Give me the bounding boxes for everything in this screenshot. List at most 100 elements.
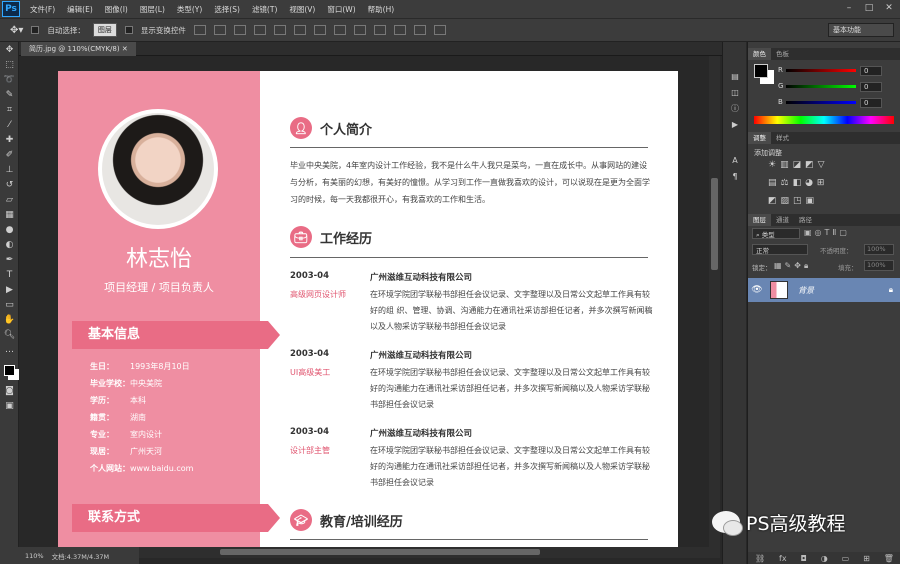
character-panel-icon[interactable]: A	[723, 152, 747, 168]
distribute-right-icon[interactable]	[413, 25, 426, 35]
auto-select-checkbox[interactable]	[31, 26, 40, 34]
menu-view[interactable]: 视图(V)	[283, 4, 321, 15]
actions-panel-icon[interactable]: ▶	[723, 116, 747, 132]
gradient-tool-icon[interactable]: ▦	[0, 207, 19, 222]
healing-brush-tool-icon[interactable]: ✚	[0, 132, 19, 147]
pen-tool-icon[interactable]: ✒	[0, 252, 19, 267]
marquee-tool-icon[interactable]: ⬚	[0, 57, 19, 72]
info-panel-icon[interactable]: ⓘ	[723, 100, 747, 116]
menu-window[interactable]: 窗口(W)	[321, 4, 361, 15]
align-bottom-icon[interactable]	[233, 25, 246, 35]
workspace-dropdown[interactable]: 基本功能	[828, 23, 894, 37]
foreground-color-swatch[interactable]	[754, 64, 768, 78]
distribute-center-icon[interactable]	[393, 25, 406, 35]
layer-filter-dropdown[interactable]: ⌕ 类型	[752, 228, 800, 239]
add-mask-icon[interactable]: ◘	[801, 554, 807, 563]
tab-adjustments[interactable]: 调整	[748, 132, 771, 144]
minimize-icon[interactable]: –	[844, 3, 854, 13]
new-layer-icon[interactable]: ⊞	[863, 554, 870, 563]
close-icon[interactable]: ✕	[884, 3, 894, 13]
menu-filter[interactable]: 滤镜(T)	[246, 4, 283, 15]
tab-swatches[interactable]: 色板	[771, 48, 794, 60]
new-group-icon[interactable]: ▭	[842, 554, 850, 563]
layer-filter-icons[interactable]: ▣◎TⅡ▢	[804, 228, 850, 237]
horizontal-scroll-thumb[interactable]	[220, 549, 540, 555]
red-slider[interactable]	[786, 69, 856, 72]
properties-panel-icon[interactable]: ◫	[723, 84, 747, 100]
zoom-level[interactable]: 110%	[25, 552, 44, 560]
align-top-icon[interactable]	[193, 25, 206, 35]
eraser-tool-icon[interactable]: ▱	[0, 192, 19, 207]
zoom-tool-icon[interactable]: 🔍︎	[0, 327, 19, 342]
distribute-middle-icon[interactable]	[333, 25, 346, 35]
tab-layers[interactable]: 图层	[748, 214, 771, 226]
vertical-scroll-thumb[interactable]	[711, 178, 718, 270]
opacity-input[interactable]: 100%	[864, 244, 894, 255]
auto-align-icon[interactable]	[433, 25, 446, 35]
green-value[interactable]: 0	[860, 82, 882, 92]
dodge-tool-icon[interactable]: ◐	[0, 237, 19, 252]
close-tab-icon[interactable]: ✕	[122, 45, 128, 53]
tab-styles[interactable]: 样式	[771, 132, 794, 144]
visibility-eye-icon[interactable]: 👁︎	[748, 285, 766, 295]
vertical-scrollbar[interactable]	[709, 56, 720, 547]
menu-layer[interactable]: 图层(L)	[134, 4, 171, 15]
tab-paths[interactable]: 路径	[794, 214, 817, 226]
menu-file[interactable]: 文件(F)	[24, 4, 61, 15]
tab-color[interactable]: 颜色	[748, 48, 771, 60]
stamp-tool-icon[interactable]: ⊥	[0, 162, 19, 177]
paragraph-panel-icon[interactable]: ¶	[723, 168, 747, 184]
maximize-icon[interactable]: □	[864, 3, 874, 13]
auto-select-dropdown[interactable]: 图层	[92, 23, 117, 37]
blue-value[interactable]: 0	[860, 98, 882, 108]
delete-layer-icon[interactable]: 🗑︎	[884, 554, 894, 563]
green-slider[interactable]	[786, 85, 856, 88]
crop-tool-icon[interactable]: ⌗	[0, 102, 19, 117]
menu-edit[interactable]: 编辑(E)	[61, 4, 99, 15]
link-layers-icon[interactable]: ⛓	[755, 554, 765, 563]
menu-help[interactable]: 帮助(H)	[362, 4, 401, 15]
layer-name[interactable]: 背景	[798, 285, 814, 296]
layers-footer-icons[interactable]: ⛓ fx ◘ ◑ ▭ ⊞ 🗑︎	[748, 552, 900, 564]
resume-document[interactable]: 林志怡 项目经理 / 项目负责人 基本信息 生日： 1993年8月10日 毕业学校…	[58, 71, 678, 547]
new-adjustment-icon[interactable]: ◑	[821, 554, 828, 563]
adjustment-icons-row-1[interactable]: ☀▥◪◩▽	[768, 160, 829, 170]
path-select-tool-icon[interactable]: ▶	[0, 282, 19, 297]
eyedropper-tool-icon[interactable]: ⁄	[0, 117, 19, 132]
show-transform-checkbox[interactable]	[124, 26, 133, 34]
hand-tool-icon[interactable]: ✋	[0, 312, 19, 327]
menu-image[interactable]: 图像(I)	[99, 4, 134, 15]
document-tab[interactable]: 简历.jpg @ 110%(CMYK/8) ✕	[21, 42, 136, 56]
align-right-icon[interactable]	[293, 25, 306, 35]
color-spectrum[interactable]	[754, 116, 894, 124]
red-value[interactable]: 0	[860, 66, 882, 76]
menu-type[interactable]: 类型(Y)	[171, 4, 208, 15]
quick-select-tool-icon[interactable]: ✎	[0, 87, 19, 102]
distribute-left-icon[interactable]	[373, 25, 386, 35]
layer-row[interactable]: 👁︎ 背景 🔒︎	[748, 278, 900, 302]
history-panel-icon[interactable]: ▤	[723, 68, 747, 84]
blur-tool-icon[interactable]: ●	[0, 222, 19, 237]
color-swatch-icon[interactable]	[0, 357, 19, 383]
align-left-icon[interactable]	[253, 25, 266, 35]
distribute-bottom-icon[interactable]	[353, 25, 366, 35]
tab-channels[interactable]: 通道	[771, 214, 794, 226]
adjustment-icons-row-2[interactable]: ▤⚖◧◕⊞	[768, 178, 828, 188]
shape-tool-icon[interactable]: ▭	[0, 297, 19, 312]
history-brush-tool-icon[interactable]: ↺	[0, 177, 19, 192]
type-tool-icon[interactable]: T	[0, 267, 19, 282]
quick-mask-icon[interactable]: ◙	[0, 383, 19, 398]
menu-select[interactable]: 选择(S)	[208, 4, 246, 15]
align-middle-icon[interactable]	[213, 25, 226, 35]
move-tool-icon[interactable]: ✥▾	[10, 25, 23, 36]
adjustment-icons-row-3[interactable]: ◩▨◳▣	[768, 196, 818, 206]
move-tool-icon[interactable]: ✥	[0, 42, 19, 57]
fx-icon[interactable]: fx	[779, 554, 787, 563]
fill-input[interactable]: 100%	[864, 260, 894, 271]
blue-slider[interactable]	[786, 101, 856, 104]
screen-mode-icon[interactable]: ▣	[0, 398, 19, 413]
blend-mode-dropdown[interactable]: 正常	[752, 244, 808, 255]
lasso-tool-icon[interactable]: ➰	[0, 72, 19, 87]
align-center-icon[interactable]	[273, 25, 286, 35]
brush-tool-icon[interactable]: ✐	[0, 147, 19, 162]
